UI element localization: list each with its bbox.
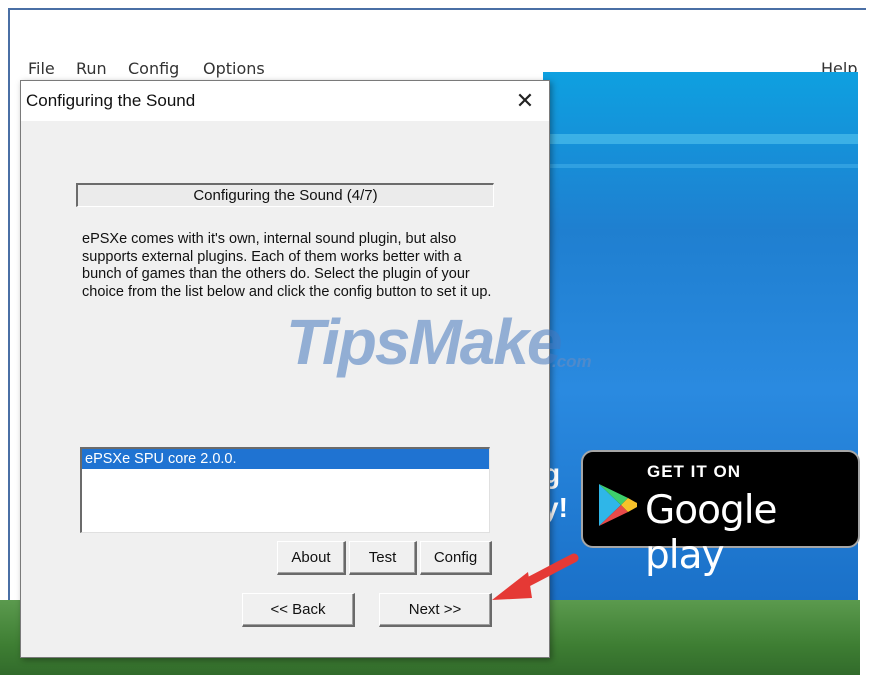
banner-stripe	[543, 134, 858, 144]
menu-run[interactable]: Run	[76, 59, 107, 78]
google-play-logo-icon	[599, 484, 637, 526]
watermark-logo: TipsMake	[286, 306, 562, 378]
google-play-caption: GET IT ON	[647, 462, 741, 481]
google-play-wordmark: Google play	[645, 488, 778, 578]
test-button[interactable]: Test	[349, 541, 417, 575]
close-icon[interactable]: ✕	[511, 87, 539, 115]
menu-options[interactable]: Options	[203, 59, 265, 78]
menu-config[interactable]: Config	[128, 59, 179, 78]
plugin-list-item[interactable]: ePSXe SPU core 2.0.0.	[82, 449, 489, 469]
banner-stripe	[543, 164, 858, 168]
red-arrow-icon	[492, 553, 579, 600]
step-header: Configuring the Sound (4/7)	[76, 183, 494, 207]
dialog-titlebar: Configuring the Sound ✕	[21, 81, 549, 121]
plugin-list[interactable]: ePSXe SPU core 2.0.0.	[80, 447, 490, 533]
about-button[interactable]: About	[277, 541, 346, 575]
back-button[interactable]: << Back	[242, 593, 355, 627]
config-button[interactable]: Config	[420, 541, 492, 575]
dialog-title: Configuring the Sound	[26, 91, 196, 110]
google-play-badge[interactable]: GET IT ON Google play	[581, 450, 860, 578]
dialog-description: ePSXe comes with it's own, internal soun…	[82, 231, 492, 300]
watermark-suffix: .com	[552, 352, 592, 371]
next-button[interactable]: Next >>	[379, 593, 492, 627]
menu-file[interactable]: File	[28, 59, 55, 78]
